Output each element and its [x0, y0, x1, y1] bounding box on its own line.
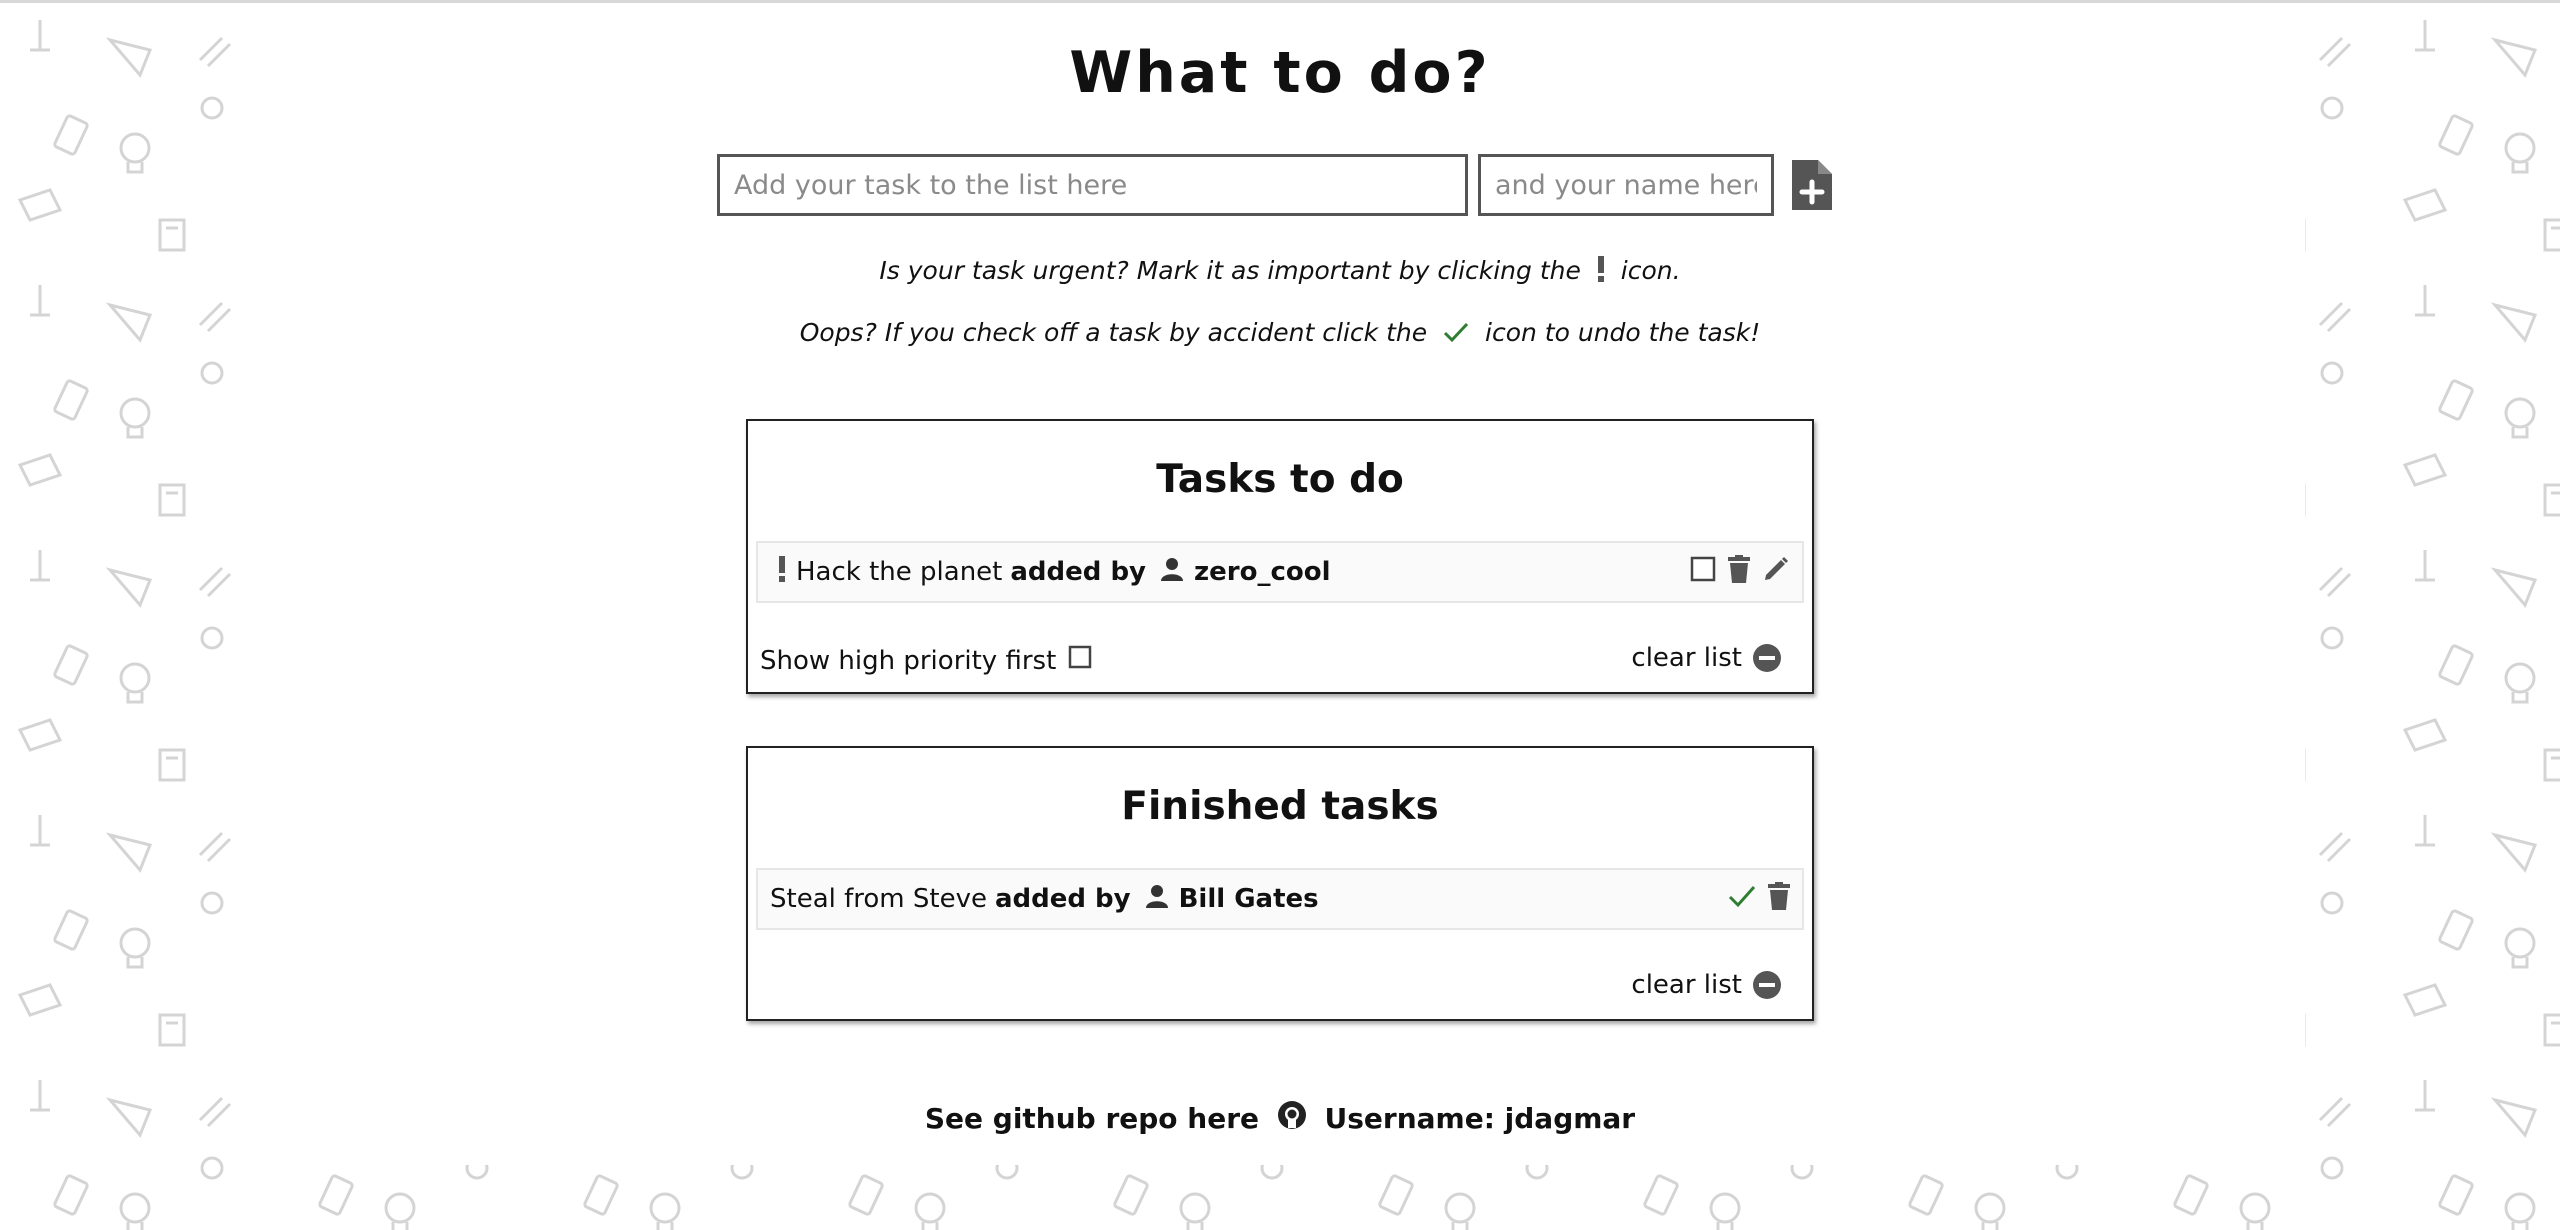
user-icon: [1145, 884, 1169, 915]
task-user: zero_cool: [1194, 557, 1331, 587]
app-content: What to do? Is your task urgent? Mark it…: [0, 0, 2560, 1230]
trash-icon: [1768, 881, 1790, 910]
username-text: Username: jdagmar: [1324, 1102, 1636, 1135]
name-input[interactable]: [1478, 154, 1774, 216]
finished-heading: Finished tasks: [1121, 784, 1439, 829]
delete-task-button[interactable]: [1728, 554, 1750, 590]
task-user: Bill Gates: [1178, 884, 1319, 914]
minus-circle-icon: [1753, 971, 1781, 999]
clear-list-label: clear list: [1631, 970, 1742, 1000]
minus-circle-icon: [1753, 644, 1781, 672]
todo-heading: Tasks to do: [1156, 457, 1404, 502]
task-text: Hack the planet: [796, 557, 1003, 587]
clear-finished-button[interactable]: clear list: [1631, 970, 1782, 1000]
todo-panel: Tasks to do Hack the planet added by zer…: [746, 419, 1814, 694]
urgent-hint-text: Is your task urgent? Mark it as importan…: [879, 256, 1581, 285]
task-actions: [1728, 870, 1790, 928]
priority-toggle-label: Show high priority first: [760, 645, 1057, 676]
exclamation-icon: [779, 555, 785, 582]
check-icon: [1443, 320, 1469, 349]
undo-hint-tail: icon to undo the task!: [1485, 318, 1761, 347]
check-icon: [1728, 885, 1756, 907]
user-icon: [1160, 557, 1184, 588]
priority-toggle: Show high priority first: [760, 645, 1092, 676]
urgent-hint: Is your task urgent? Mark it as importan…: [0, 256, 2560, 288]
checkbox-icon: [1069, 645, 1092, 669]
finished-panel: Finished tasks Steal from Steve added by…: [746, 746, 1814, 1021]
pencil-icon: [1765, 556, 1788, 580]
added-by-label: added by: [1010, 557, 1146, 587]
exclamation-icon: [1597, 256, 1605, 288]
checkbox-icon: [1690, 556, 1716, 581]
undo-hint-text: Oops? If you check off a task by acciden…: [799, 318, 1428, 347]
task-input[interactable]: [717, 154, 1468, 216]
github-icon[interactable]: [1277, 1100, 1307, 1137]
priority-checkbox[interactable]: [1068, 645, 1092, 676]
undo-task-button[interactable]: [1728, 884, 1756, 915]
important-toggle[interactable]: [778, 555, 786, 589]
task-row: Steal from Steve added by Bill Gates: [756, 868, 1804, 930]
added-by-label: added by: [994, 884, 1131, 914]
task-actions: [1690, 543, 1790, 601]
urgent-hint-tail: icon.: [1620, 256, 1681, 285]
task-row: Hack the planet added by zero_cool: [756, 541, 1804, 603]
complete-checkbox[interactable]: [1690, 556, 1716, 589]
delete-task-button[interactable]: [1768, 881, 1790, 917]
clear-todo-button[interactable]: clear list: [1631, 643, 1782, 673]
clear-list-label: clear list: [1631, 643, 1742, 673]
undo-hint: Oops? If you check off a task by acciden…: [0, 318, 2560, 349]
github-footer[interactable]: See github repo here Username: jdagmar: [0, 1100, 2560, 1137]
add-task-button[interactable]: [1790, 158, 1834, 212]
trash-icon: [1728, 554, 1750, 583]
task-text: Steal from Steve: [770, 884, 987, 914]
add-file-icon: [1792, 160, 1832, 210]
repo-link-text[interactable]: See github repo here: [925, 1102, 1259, 1135]
edit-task-button[interactable]: [1762, 555, 1790, 590]
page-title: What to do?: [1069, 40, 1491, 106]
